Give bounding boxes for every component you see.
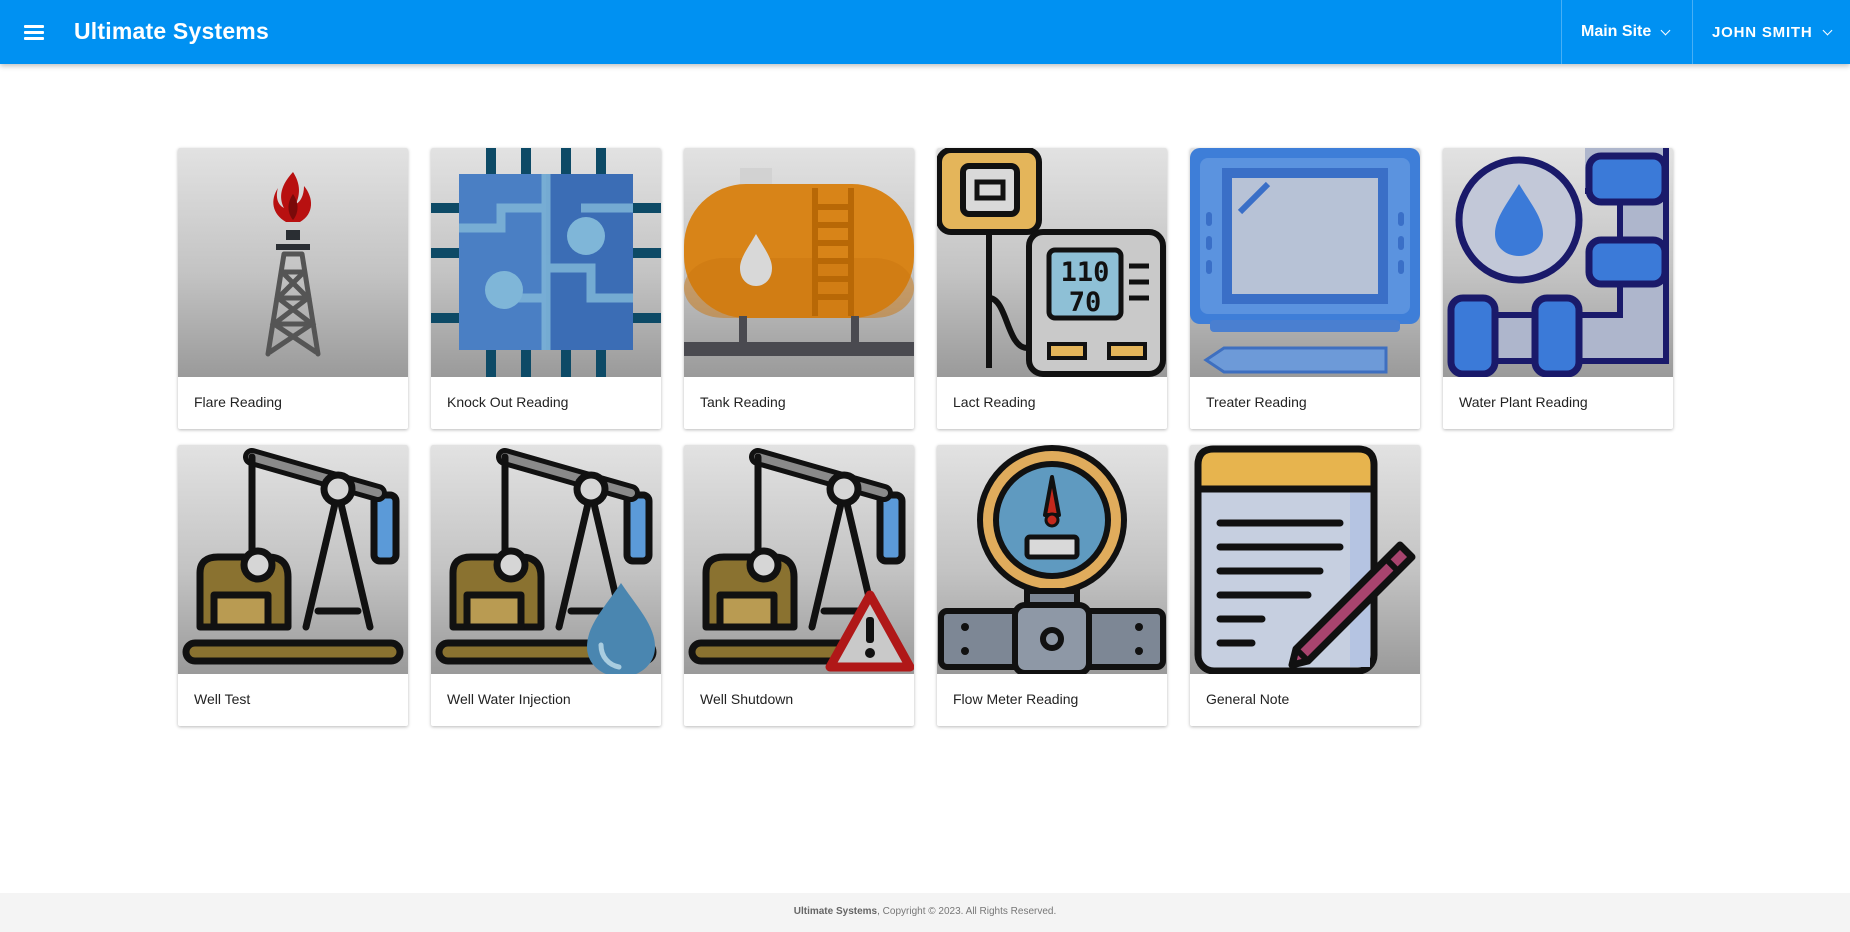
lact-meter-icon: 110 70 bbox=[937, 148, 1166, 377]
site-selector-button[interactable]: Main Site bbox=[1561, 0, 1692, 64]
card-well-water-injection[interactable]: Well Water Injection bbox=[431, 445, 661, 726]
app-title: Ultimate Systems bbox=[74, 18, 269, 44]
card-treater-reading[interactable]: Treater Reading bbox=[1190, 148, 1420, 429]
card-label: Well Shutdown bbox=[700, 691, 794, 707]
top-app-bar: Ultimate Systems Main Site JOHN SMITH bbox=[0, 0, 1850, 64]
card-image bbox=[178, 445, 408, 674]
card-well-test[interactable]: Well Test bbox=[178, 445, 408, 726]
card-image bbox=[1190, 148, 1420, 377]
oil-tank-icon bbox=[684, 168, 914, 356]
page-footer: Ultimate Systems, Copyright © 2023. All … bbox=[0, 893, 1850, 932]
knockout-circuit-icon bbox=[431, 148, 661, 377]
card-water-plant-reading[interactable]: Water Plant Reading bbox=[1443, 148, 1673, 429]
card-label: Knock Out Reading bbox=[447, 394, 569, 410]
card-image bbox=[684, 445, 914, 674]
card-label: Flow Meter Reading bbox=[953, 691, 1079, 707]
card-image bbox=[684, 148, 914, 377]
card-general-note[interactable]: General Note bbox=[1190, 445, 1420, 726]
card-label: General Note bbox=[1206, 691, 1290, 707]
lact-display-top: 110 bbox=[1061, 257, 1110, 288]
card-well-shutdown[interactable]: Well Shutdown bbox=[684, 445, 914, 726]
card-image bbox=[1443, 148, 1673, 377]
pumpjack-icon bbox=[182, 448, 404, 665]
card-flow-meter-reading[interactable]: Flow Meter Reading bbox=[937, 445, 1167, 726]
card-label: Lact Reading bbox=[953, 394, 1036, 410]
pumpjack-warning-icon bbox=[688, 448, 914, 672]
pumpjack-water-icon bbox=[435, 448, 657, 674]
card-image bbox=[431, 148, 661, 377]
card-label: Flare Reading bbox=[194, 394, 282, 410]
card-image bbox=[937, 445, 1167, 674]
card-tank-reading[interactable]: Tank Reading bbox=[684, 148, 914, 429]
site-selector-label: Main Site bbox=[1581, 23, 1652, 40]
menu-icon[interactable] bbox=[20, 20, 48, 44]
chevron-down-icon bbox=[1822, 25, 1832, 35]
user-menu-label: JOHN SMITH bbox=[1712, 23, 1813, 41]
card-image bbox=[178, 148, 408, 377]
footer-copyright: , Copyright © 2023. All Rights Reserved. bbox=[877, 906, 1057, 917]
card-label: Well Test bbox=[194, 691, 251, 707]
chevron-down-icon bbox=[1660, 25, 1671, 35]
card-image: 110 70 bbox=[937, 148, 1167, 377]
card-image bbox=[431, 445, 661, 674]
card-image bbox=[1190, 445, 1420, 674]
card-flare-reading[interactable]: Flare Reading bbox=[178, 148, 408, 429]
notepad-pencil-icon bbox=[1194, 445, 1416, 674]
card-knock-out-reading[interactable]: Knock Out Reading bbox=[431, 148, 661, 429]
card-label: Water Plant Reading bbox=[1459, 394, 1588, 410]
flare-stack-icon bbox=[265, 172, 321, 357]
user-menu-button[interactable]: JOHN SMITH bbox=[1692, 0, 1850, 64]
card-label: Well Water Injection bbox=[447, 691, 571, 707]
card-label: Treater Reading bbox=[1206, 394, 1307, 410]
treater-monitor-icon bbox=[1190, 148, 1420, 374]
card-label: Tank Reading bbox=[700, 394, 786, 410]
flow-meter-icon bbox=[938, 445, 1166, 674]
card-lact-reading[interactable]: 110 70 Lact Reading bbox=[937, 148, 1167, 429]
lact-display-bottom: 70 bbox=[1069, 287, 1102, 318]
water-pipe-icon bbox=[1447, 148, 1669, 377]
footer-brand: Ultimate Systems bbox=[793, 906, 878, 917]
